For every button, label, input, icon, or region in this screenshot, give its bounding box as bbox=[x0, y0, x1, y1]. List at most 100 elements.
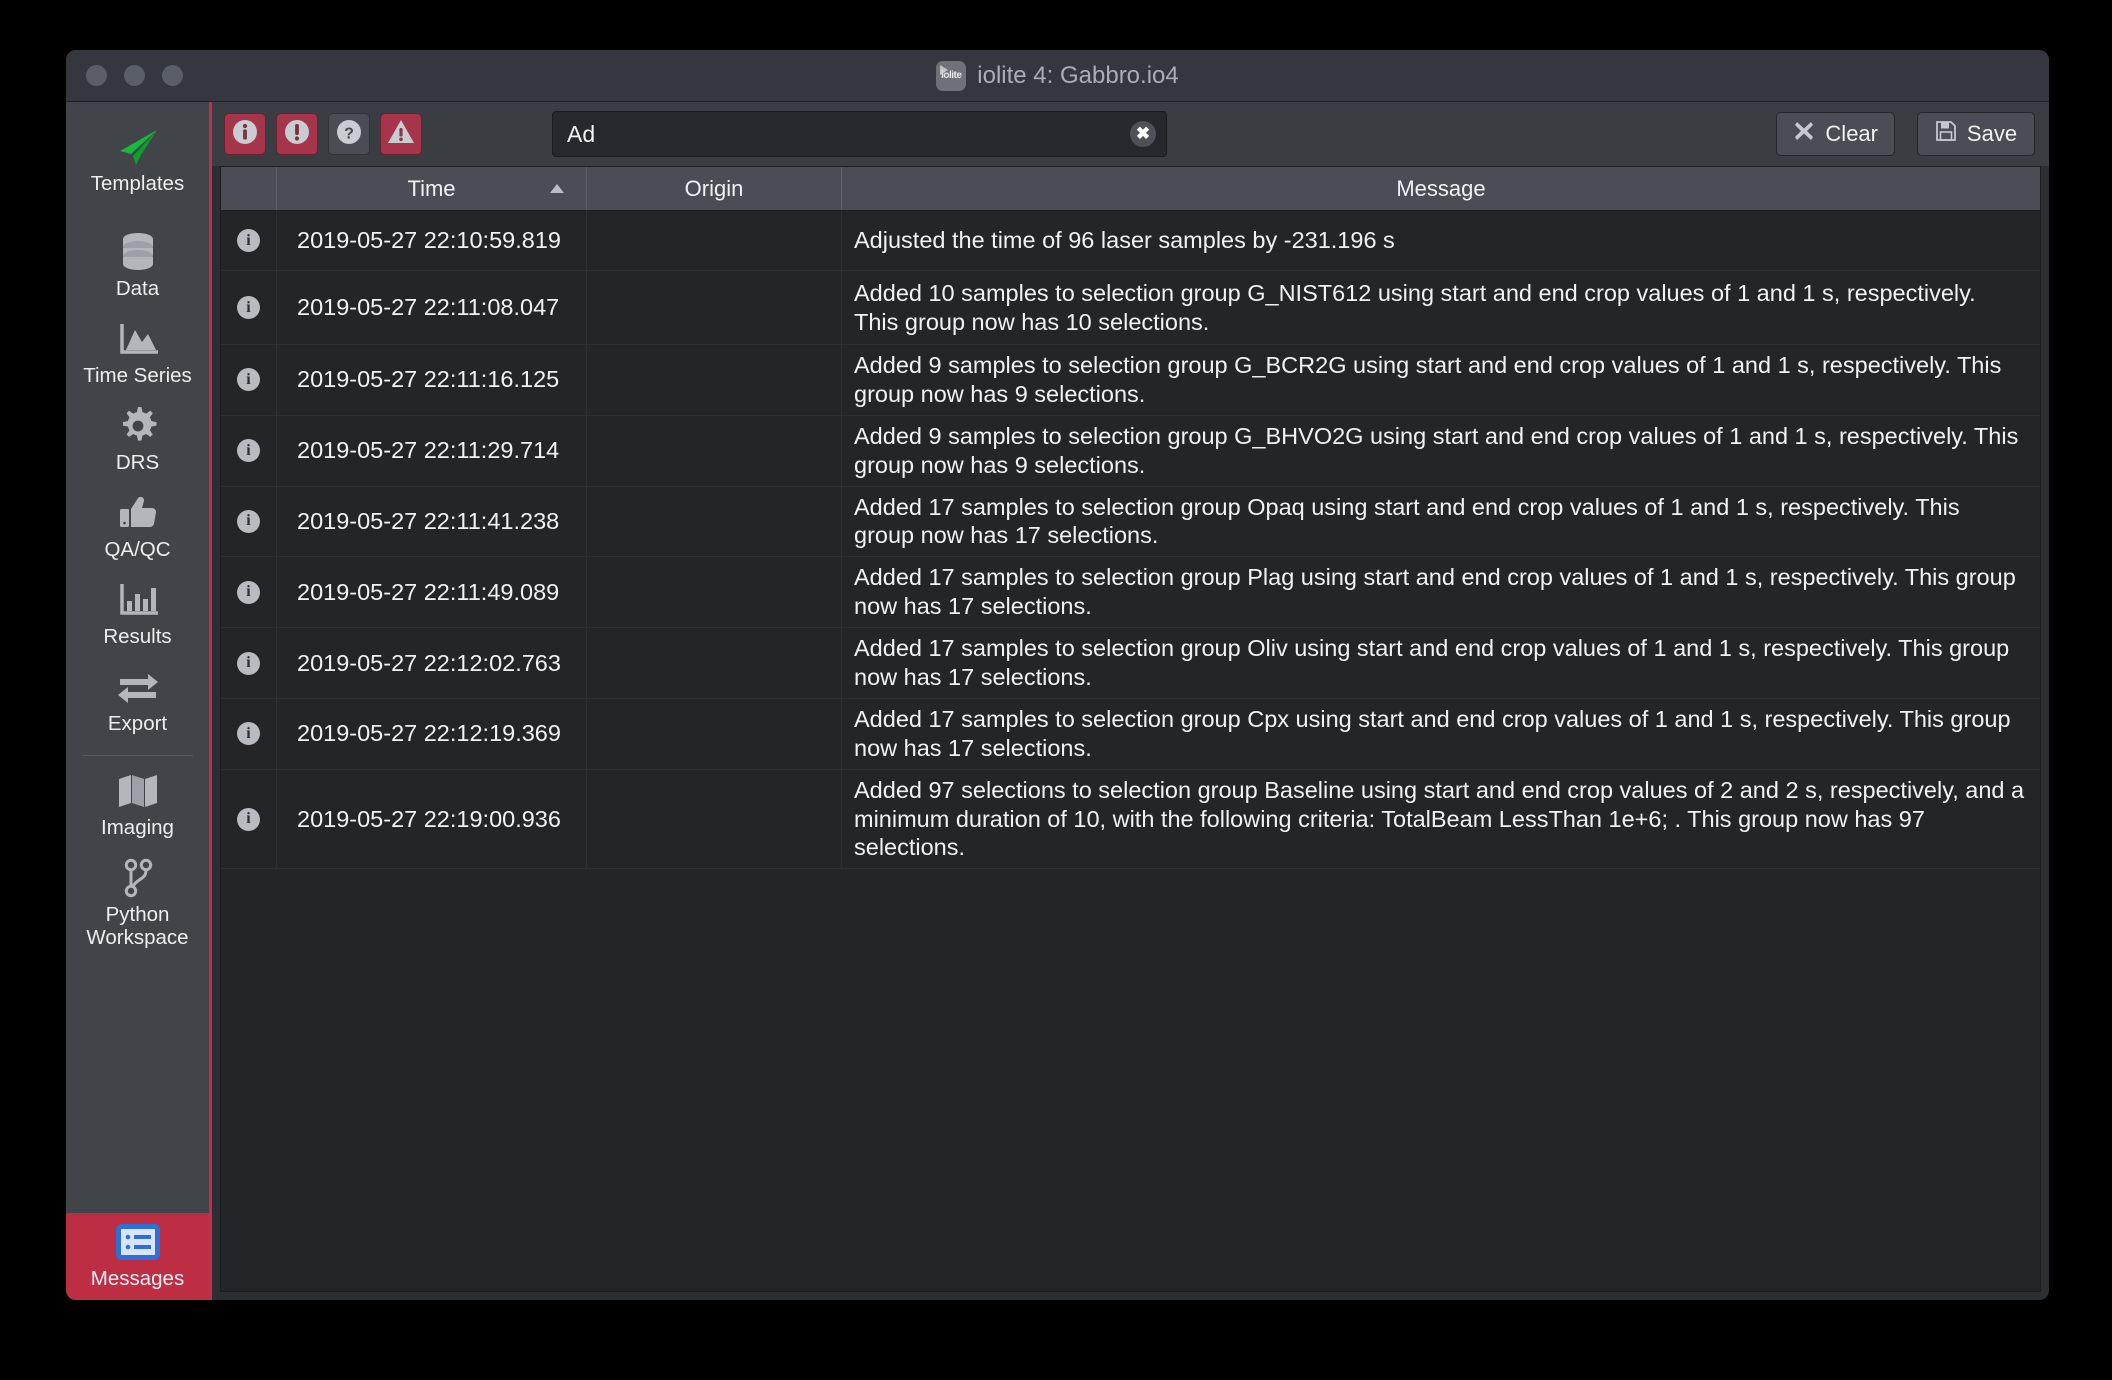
column-header-time[interactable]: Time bbox=[277, 167, 587, 210]
sidebar-item-data[interactable]: Data bbox=[66, 223, 209, 310]
column-header-origin[interactable]: Origin bbox=[587, 167, 842, 210]
sidebar-item-label: Imaging bbox=[101, 815, 174, 839]
debug-filter-button[interactable]: ? bbox=[328, 113, 370, 155]
search-input[interactable] bbox=[567, 120, 1130, 148]
zoom-button[interactable] bbox=[162, 65, 183, 86]
row-origin bbox=[587, 415, 842, 486]
row-time: 2019-05-27 22:12:02.763 bbox=[277, 628, 587, 698]
row-severity-icon: i bbox=[221, 769, 277, 869]
column-header-message[interactable]: Message bbox=[842, 167, 2040, 210]
save-button-label: Save bbox=[1966, 121, 2018, 146]
sidebar-item-messages[interactable]: Messages bbox=[66, 1213, 209, 1300]
row-origin bbox=[587, 698, 842, 769]
row-time: 2019-05-27 22:10:59.819 bbox=[277, 211, 587, 270]
title-container: iolite iolite 4: Gabbro.io4 bbox=[66, 60, 2049, 91]
table-row[interactable]: i 2019-05-27 22:11:16.125 Added 9 samples … bbox=[221, 345, 2040, 416]
clear-search-icon[interactable]: ✖ bbox=[1130, 121, 1156, 147]
row-message: Added 97 selections to selection group B… bbox=[854, 776, 2025, 861]
question-circle-icon: ? bbox=[335, 118, 363, 151]
table-header-row: Time Origin Message bbox=[221, 167, 2040, 211]
row-severity-icon: i bbox=[221, 345, 277, 415]
exchange-arrows-icon bbox=[116, 665, 160, 709]
messages-table: Time Origin Message i 2019-05-27 22:10:59… bbox=[220, 166, 2041, 1292]
sidebar-item-drs[interactable]: DRS bbox=[66, 397, 209, 484]
row-severity-icon: i bbox=[221, 271, 277, 344]
warning-filter-button[interactable] bbox=[380, 113, 422, 155]
table-row[interactable]: i 2019-05-27 22:12:19.369 Added 17 samples… bbox=[221, 698, 2040, 770]
sidebar-item-python-workspace[interactable]: Python Workspace bbox=[66, 849, 209, 959]
row-origin bbox=[587, 557, 842, 628]
row-message: Added 9 samples to selection group G_BCR… bbox=[854, 352, 2002, 407]
clear-button[interactable]: Clear bbox=[1776, 112, 1895, 156]
row-time: 2019-05-27 22:12:19.369 bbox=[277, 698, 587, 769]
row-severity-icon: i bbox=[221, 628, 277, 698]
sidebar-item-export[interactable]: Export bbox=[66, 658, 209, 745]
column-header-origin-label: Origin bbox=[684, 175, 744, 201]
row-origin bbox=[587, 628, 842, 698]
window-body: Templates Data Time Series DRS QA/QC Res… bbox=[66, 102, 2049, 1300]
sidebar-item-results[interactable]: Results bbox=[66, 571, 209, 658]
table-row[interactable]: i 2019-05-27 22:11:41.238 Added 17 samples… bbox=[221, 486, 2040, 558]
sidebar-item-label: Data bbox=[115, 276, 160, 300]
window-title: iolite 4: Gabbro.io4 bbox=[977, 61, 1179, 89]
sidebar-item-imaging[interactable]: Imaging bbox=[66, 762, 209, 849]
row-severity-icon: i bbox=[221, 211, 277, 270]
row-message: Added 17 samples to selection group Cpx … bbox=[854, 705, 2011, 761]
close-button[interactable] bbox=[86, 65, 107, 86]
sidebar-item-label: Results bbox=[103, 624, 172, 648]
sidebar-item-qa-qc[interactable]: QA/QC bbox=[66, 484, 209, 571]
column-header-icon[interactable] bbox=[221, 167, 277, 210]
row-message: Added 17 samples to selection group Plag… bbox=[854, 564, 2016, 620]
app-logo-text: iolite bbox=[941, 70, 962, 81]
column-header-time-label: Time bbox=[407, 175, 456, 201]
error-filter-button[interactable] bbox=[276, 113, 318, 155]
app-logo-icon: iolite bbox=[936, 60, 967, 91]
save-button[interactable]: Save bbox=[1917, 112, 2035, 156]
row-severity-icon: i bbox=[221, 557, 277, 628]
sort-ascending-icon bbox=[550, 184, 564, 193]
table-row[interactable]: i 2019-05-27 22:11:29.714 Added 9 samples … bbox=[221, 415, 2040, 487]
floppy-disk-icon bbox=[1935, 120, 1957, 148]
sidebar: Templates Data Time Series DRS QA/QC Res… bbox=[66, 102, 212, 1300]
search-field[interactable]: ✖ bbox=[552, 111, 1167, 157]
row-severity-icon: i bbox=[221, 486, 277, 557]
row-time: 2019-05-27 22:11:16.125 bbox=[277, 345, 587, 415]
application-window: iolite iolite 4: Gabbro.io4 Templates Da… bbox=[66, 50, 2049, 1300]
message-list-icon bbox=[115, 1220, 160, 1264]
table-empty-area bbox=[221, 869, 2040, 1290]
sidebar-item-label: QA/QC bbox=[104, 537, 171, 561]
paper-plane-icon bbox=[116, 125, 160, 169]
svg-text:?: ? bbox=[344, 125, 354, 142]
row-time: 2019-05-27 22:19:00.936 bbox=[277, 769, 587, 869]
sidebar-item-templates[interactable]: Templates bbox=[66, 118, 209, 205]
table-row[interactable]: i 2019-05-27 22:12:02.763 Added 17 samples… bbox=[221, 628, 2040, 699]
column-header-message-label: Message bbox=[1396, 175, 1486, 201]
table-row[interactable]: i 2019-05-27 22:11:08.047 Added 10 samples… bbox=[221, 271, 2040, 345]
table-row[interactable]: i 2019-05-27 22:11:49.089 Added 17 samples… bbox=[221, 557, 2040, 629]
table-row[interactable]: i 2019-05-27 22:19:00.936 Added 97 selecti… bbox=[221, 769, 2040, 870]
table-body[interactable]: i 2019-05-27 22:10:59.819 Adjusted the tim… bbox=[221, 211, 2040, 1291]
row-origin bbox=[587, 486, 842, 557]
window-controls bbox=[86, 65, 183, 86]
messages-toolbar: ? ✖ bbox=[212, 102, 2049, 166]
row-message: Added 17 samples to selection group Oliv… bbox=[854, 635, 2010, 691]
minimize-button[interactable] bbox=[124, 65, 145, 86]
sidebar-item-label: Time Series bbox=[83, 363, 192, 387]
info-filter-button[interactable] bbox=[224, 113, 266, 155]
row-message: Added 9 samples to selection group G_BHV… bbox=[854, 422, 2019, 478]
row-origin bbox=[587, 345, 842, 415]
sidebar-item-label: Templates bbox=[90, 172, 185, 195]
sidebar-item-label: DRS bbox=[115, 450, 160, 474]
row-severity-icon: i bbox=[221, 415, 277, 486]
row-severity-icon: i bbox=[221, 698, 277, 769]
area-chart-icon bbox=[116, 317, 160, 361]
warning-triangle-icon bbox=[387, 118, 415, 151]
sidebar-item-label: Messages bbox=[90, 1267, 185, 1291]
main-panel: ? ✖ bbox=[212, 102, 2049, 1300]
sidebar-divider bbox=[82, 754, 193, 756]
row-origin bbox=[587, 211, 842, 270]
sidebar-item-time-series[interactable]: Time Series bbox=[66, 310, 209, 397]
map-icon bbox=[117, 769, 159, 813]
table-row[interactable]: i 2019-05-27 22:10:59.819 Adjusted the tim… bbox=[221, 211, 2040, 271]
gear-icon bbox=[119, 404, 157, 448]
